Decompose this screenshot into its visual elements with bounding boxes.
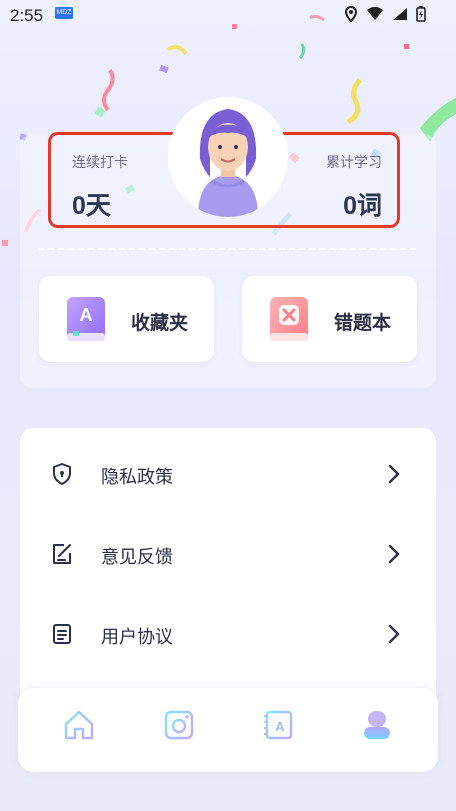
status-icons (344, 6, 426, 22)
location-icon (344, 6, 358, 22)
feedback-edit-icon (53, 544, 71, 564)
status-bar: 2:55 MDZ (0, 0, 456, 32)
avatar-illustration (198, 109, 258, 217)
menu-item-privacy-policy[interactable]: 隐私政策 (20, 444, 436, 504)
menu-label-feedback: 意见反馈 (101, 547, 173, 567)
menu-item-feedback[interactable]: 意见反馈 (20, 524, 436, 584)
bookmark-book-icon: A (67, 297, 105, 341)
vocabulary-book-letter: A (275, 719, 285, 734)
settings-menu: 隐私政策 意见反馈 用户协议 (20, 428, 436, 728)
wifi-icon (367, 7, 383, 20)
menu-label-privacy-policy: 隐私政策 (101, 467, 173, 487)
dashed-divider (38, 248, 416, 250)
bottom-navigation: A (18, 688, 438, 772)
chevron-right-icon (388, 624, 400, 644)
favorites-label: 收藏夹 (131, 313, 189, 334)
chevron-right-icon (388, 464, 400, 484)
error-book-icon (270, 297, 308, 341)
signal-icon (393, 8, 407, 20)
profile-icon[interactable] (360, 708, 394, 742)
menu-label-user-agreement: 用户协议 (101, 627, 173, 647)
shield-icon (53, 463, 71, 485)
bookmark-book-letter: A (80, 305, 93, 325)
error-book-card[interactable]: 错题本 (242, 276, 417, 362)
home-icon[interactable] (62, 708, 96, 742)
vocabulary-book-icon[interactable]: A (262, 708, 296, 742)
status-notification-badge: MDZ (55, 7, 73, 19)
favorites-card[interactable]: A 收藏夹 (39, 276, 214, 362)
battery-icon (416, 6, 426, 22)
avatar[interactable] (168, 97, 288, 217)
camera-icon[interactable] (162, 708, 196, 742)
menu-item-user-agreement[interactable]: 用户协议 (20, 604, 436, 664)
chevron-right-icon (388, 544, 400, 564)
status-time: 2:55 (10, 6, 44, 25)
error-book-label: 错题本 (334, 313, 392, 334)
document-icon (53, 624, 71, 644)
